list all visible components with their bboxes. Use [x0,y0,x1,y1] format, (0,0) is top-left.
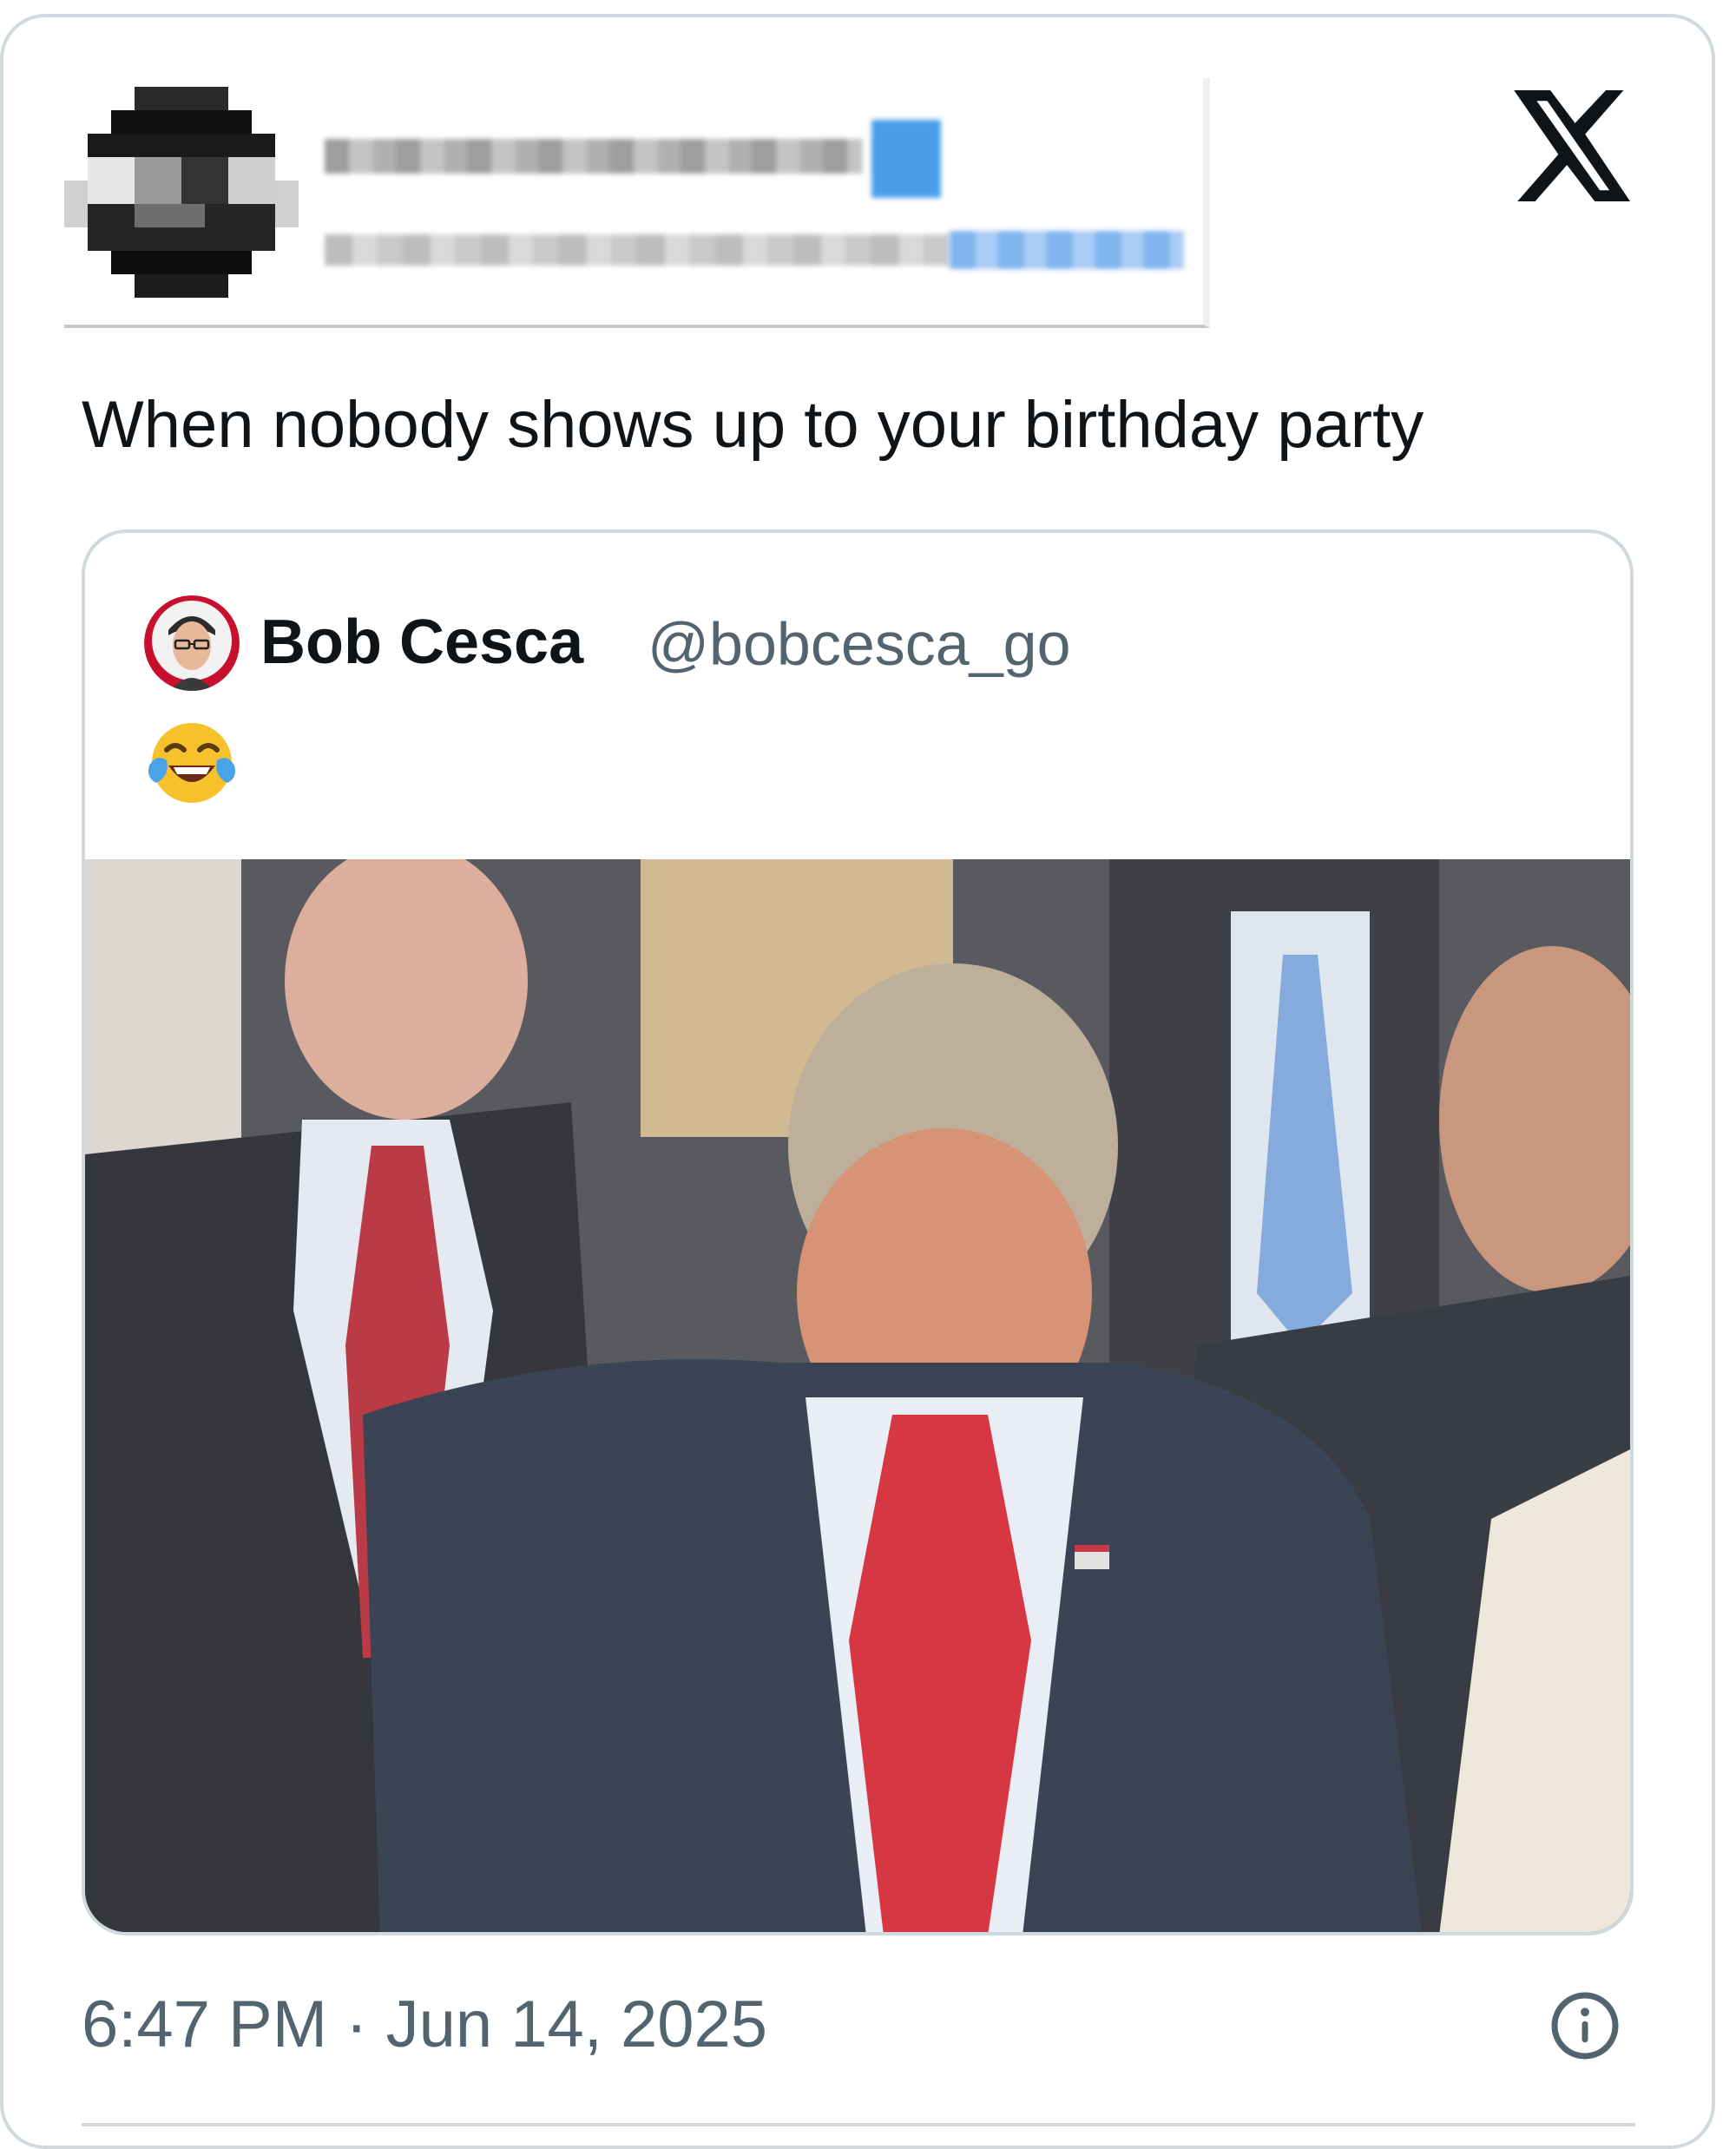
tweet-card: When nobody shows up to your birthday pa… [0,14,1715,2149]
info-icon[interactable] [1549,1989,1621,2062]
redacted-author-header [64,78,1210,328]
quoted-author-avatar[interactable] [144,595,240,691]
quoted-author-handle[interactable]: @bobcesca_go [648,608,1071,680]
redacted-handle [325,234,950,266]
face-with-tears-of-joy-icon [148,723,235,803]
quoted-tweet[interactable]: Bob Cesca @bobcesca_go [82,529,1634,1935]
quoted-tweet-photo[interactable] [85,859,1630,1935]
x-logo-icon[interactable] [1514,90,1635,201]
redacted-follow-link [950,231,1184,269]
quoted-author-name[interactable]: Bob Cesca [260,606,583,679]
tweet-timestamp[interactable]: 6:47 PM · Jun 14, 2025 [82,1986,767,2064]
divider [82,2123,1635,2126]
tweet-text: When nobody shows up to your birthday pa… [82,388,1424,462]
redacted-avatar [64,87,299,298]
redacted-verified-badge [871,120,941,198]
redacted-display-name [325,139,863,174]
